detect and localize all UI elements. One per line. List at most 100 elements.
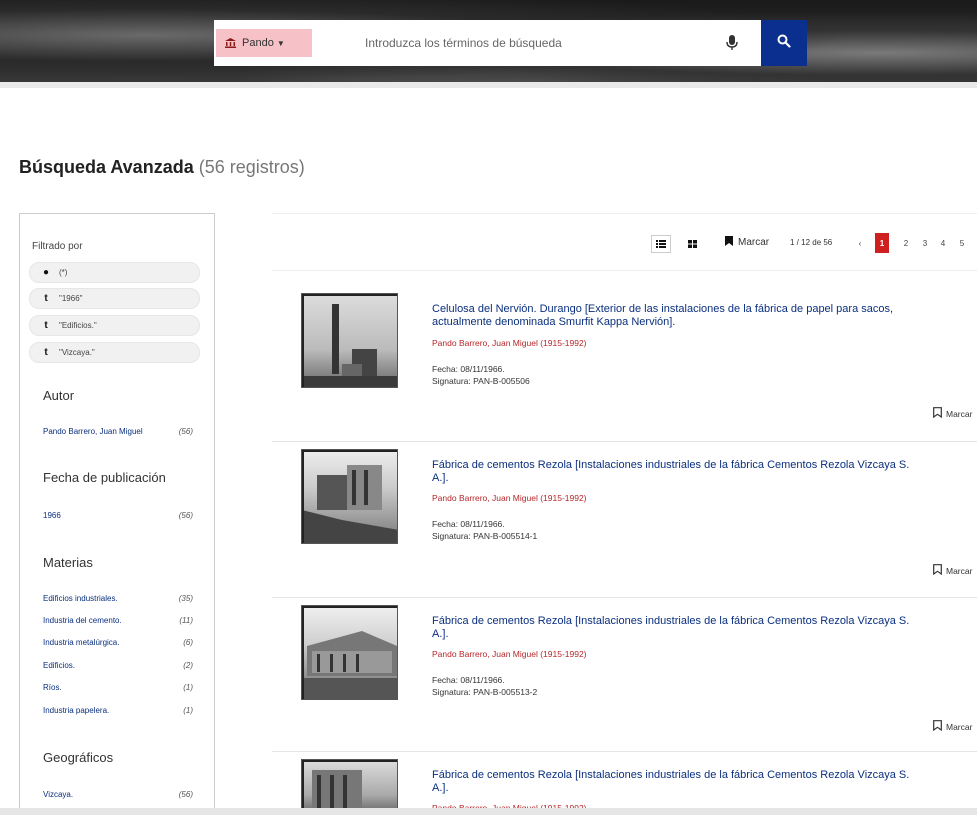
filtered-by-label: Filtrado por xyxy=(32,241,83,252)
page-info: 1 / 12 de 56 xyxy=(790,238,833,247)
facet-item[interactable]: 1966 (56) xyxy=(43,511,193,520)
fecha-label: Fecha: xyxy=(432,364,458,374)
filter-chip[interactable]: t "1966" xyxy=(29,288,200,309)
signatura-label: Signatura: xyxy=(432,531,471,541)
signatura-value: PAN-B-005506 xyxy=(473,376,530,386)
filter-chip-text: "Edificios." xyxy=(59,321,97,330)
record-mark-label: Marcar xyxy=(946,565,973,576)
filter-chip-text: "Vizcaya." xyxy=(59,348,95,357)
page-title: Búsqueda Avanzada (56 registros) xyxy=(19,157,305,178)
facet-item[interactable]: Edificios. (2) xyxy=(43,661,193,670)
record-mark-label: Marcar xyxy=(946,408,973,419)
page-4-button[interactable]: 4 xyxy=(936,233,950,253)
bookmark-icon xyxy=(933,564,942,577)
record-author-link[interactable]: Pando Barrero, Juan Miguel (1915-1992) xyxy=(432,493,587,503)
signatura-value: PAN-B-005513-2 xyxy=(473,687,538,697)
record-author-link[interactable]: Pando Barrero, Juan Miguel (1915-1992) xyxy=(432,338,587,348)
page-5-button[interactable]: 5 xyxy=(955,233,969,253)
facet-item-count: (35) xyxy=(178,594,193,603)
facet-item-label: Industria papelera. xyxy=(43,706,110,715)
bottom-scroll-edge xyxy=(0,808,977,815)
filter-chip-text: (*) xyxy=(59,268,68,277)
result-count: (56 registros) xyxy=(198,157,305,177)
grid-view-icon xyxy=(687,235,697,253)
facet-item-label: 1966 xyxy=(43,511,61,520)
list-view-icon xyxy=(656,235,666,253)
fecha-value: 08/11/1966. xyxy=(460,519,505,529)
page-1-button[interactable]: 1 xyxy=(875,233,889,253)
filter-chip[interactable]: ● (*) xyxy=(29,262,200,283)
facet-item-count: (1) xyxy=(183,683,193,692)
filter-chip[interactable]: t "Edificios." xyxy=(29,315,200,336)
page-3-button[interactable]: 3 xyxy=(918,233,932,253)
page-2-button[interactable]: 2 xyxy=(899,233,913,253)
facet-item-count: (11) xyxy=(179,616,193,625)
text-icon: t xyxy=(44,347,48,358)
mark-all-button[interactable]: Marcar xyxy=(725,236,769,249)
facet-sidebar: Filtrado por ● (*) t "1966" t "Edificios… xyxy=(19,213,215,815)
results-toolbar: Marcar 1 / 12 de 56 ‹ 1 2 3 4 5 xyxy=(272,213,977,271)
page-title-text: Búsqueda Avanzada xyxy=(19,157,194,177)
facet-item[interactable]: Industria del cemento. (11) xyxy=(43,616,193,625)
search-input[interactable] xyxy=(365,20,725,66)
dot-icon: ● xyxy=(42,267,50,278)
facet-item-count: (6) xyxy=(183,638,193,647)
facet-title-autor: Autor xyxy=(43,388,75,403)
facet-item-label: Edificios industriales. xyxy=(43,594,118,603)
record-title-link[interactable]: Fábrica de cementos Rezola [Instalacione… xyxy=(432,769,922,795)
facet-item[interactable]: Pando Barrero, Juan Miguel (56) xyxy=(43,427,193,436)
record-author-link[interactable]: Pando Barrero, Juan Miguel (1915-1992) xyxy=(432,649,587,659)
facet-item-count: (56) xyxy=(178,790,193,799)
facet-item[interactable]: Industria papelera. (1) xyxy=(43,706,193,715)
bookmark-icon xyxy=(933,720,942,733)
facet-title-fecha: Fecha de publicación xyxy=(43,470,166,485)
facet-item-count: (56) xyxy=(178,511,193,520)
record-title-link[interactable]: Celulosa del Nervión. Durango [Exterior … xyxy=(432,303,922,329)
prev-page-button[interactable]: ‹ xyxy=(853,233,867,253)
scope-label: Pando xyxy=(242,37,274,49)
fecha-value: 08/11/1966. xyxy=(460,675,505,685)
filter-chip[interactable]: t "Vizcaya." xyxy=(29,342,200,363)
search-button[interactable] xyxy=(761,20,807,66)
facet-item[interactable]: Ríos. (1) xyxy=(43,683,193,692)
signatura-value: PAN-B-005514-1 xyxy=(473,531,538,541)
facet-item[interactable]: Industria metalúrgica. (6) xyxy=(43,638,193,647)
bookmark-icon xyxy=(933,407,942,420)
facet-title-materias: Materias xyxy=(43,555,93,570)
fecha-value: 08/11/1966. xyxy=(460,364,505,374)
facet-item-label: Edificios. xyxy=(43,661,76,670)
list-view-button[interactable] xyxy=(651,235,671,253)
text-icon: t xyxy=(44,293,48,304)
facet-item[interactable]: Edificios industriales. (35) xyxy=(43,594,193,603)
result-record: Celulosa del Nervión. Durango [Exterior … xyxy=(272,271,977,442)
fecha-label: Fecha: xyxy=(432,675,458,685)
facet-item-label: Industria metalúrgica. xyxy=(43,638,120,647)
facet-item-label: Industria del cemento. xyxy=(43,616,122,625)
record-mark-button[interactable]: Marcar xyxy=(933,720,972,733)
record-mark-label: Marcar xyxy=(946,721,973,732)
result-record: Fábrica de cementos Rezola [Instalacione… xyxy=(272,598,977,752)
grid-view-button[interactable] xyxy=(682,235,702,253)
search-icon xyxy=(777,34,791,53)
record-meta: Fecha: 08/11/1966. Signatura: PAN-B-0055… xyxy=(432,363,530,387)
record-thumbnail[interactable] xyxy=(301,605,398,700)
signatura-label: Signatura: xyxy=(432,376,471,386)
record-mark-button[interactable]: Marcar xyxy=(933,564,972,577)
record-title-link[interactable]: Fábrica de cementos Rezola [Instalacione… xyxy=(432,459,922,485)
record-title-link[interactable]: Fábrica de cementos Rezola [Instalacione… xyxy=(432,615,922,641)
facet-item[interactable]: Vizcaya. (56) xyxy=(43,790,193,799)
record-thumbnail[interactable] xyxy=(301,449,398,544)
record-thumbnail[interactable] xyxy=(301,759,398,815)
record-thumbnail[interactable] xyxy=(301,293,398,388)
fecha-label: Fecha: xyxy=(432,519,458,529)
bookmark-filled-icon xyxy=(725,236,733,249)
result-record: Fábrica de cementos Rezola [Instalacione… xyxy=(272,752,977,815)
scope-dropdown[interactable]: Pando ▼ xyxy=(216,29,312,57)
text-icon: t xyxy=(44,320,48,331)
signatura-label: Signatura: xyxy=(432,687,471,697)
record-mark-button[interactable]: Marcar xyxy=(933,407,972,420)
mark-all-label: Marcar xyxy=(738,237,770,248)
results-panel: Marcar 1 / 12 de 56 ‹ 1 2 3 4 5 Celulosa… xyxy=(272,213,977,815)
result-record: Fábrica de cementos Rezola [Instalacione… xyxy=(272,442,977,598)
microphone-icon[interactable] xyxy=(725,34,739,52)
